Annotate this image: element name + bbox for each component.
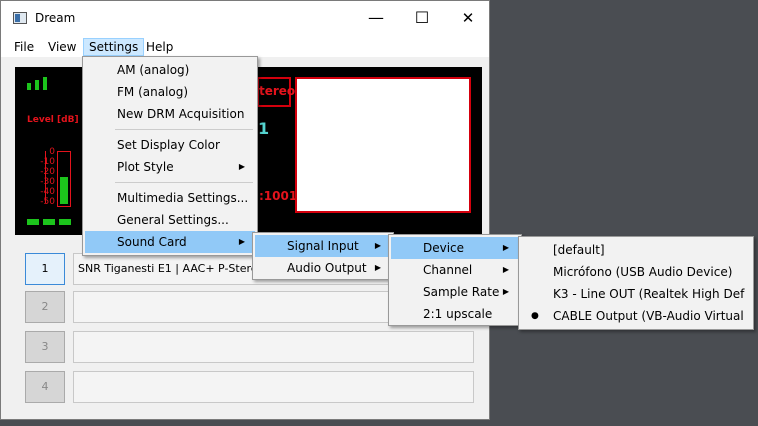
menu-item-sample-rate[interactable]: Sample Rate ▶ xyxy=(391,281,519,303)
signal-input-menu: Device ▶ Channel ▶ Sample Rate ▶ 2:1 upscal… xyxy=(388,234,522,326)
menu-item-device[interactable]: Device ▶ xyxy=(391,237,519,259)
submenu-arrow-icon: ▶ xyxy=(374,263,381,272)
level-meter-fill xyxy=(60,176,68,204)
menu-settings[interactable]: Settings xyxy=(83,38,145,56)
station-logo-area xyxy=(295,77,471,213)
scale-tick: -40 xyxy=(40,187,55,197)
close-button[interactable]: ✕ xyxy=(445,1,491,35)
menu-item-upscale[interactable]: 2:1 upscale xyxy=(391,303,519,325)
status-led xyxy=(59,219,71,225)
scale-tick: -20 xyxy=(40,167,55,177)
menu-item-signal-input[interactable]: Signal Input ▶ xyxy=(255,235,391,257)
level-label: Level [dB] xyxy=(27,115,79,125)
menu-separator xyxy=(115,129,253,130)
app-icon xyxy=(13,12,27,24)
menu-separator xyxy=(115,182,253,183)
menu-item-label: Sound Card xyxy=(117,235,187,249)
menu-item-am-analog[interactable]: AM (analog) xyxy=(85,59,255,81)
menu-item-device-k3-line-out[interactable]: K3 - Line OUT (Realtek High Def xyxy=(521,283,751,305)
menu-file[interactable]: File xyxy=(9,38,39,56)
menu-item-label: Device xyxy=(423,241,465,255)
menu-item-label: CABLE Output (VB-Audio Virtual xyxy=(553,309,744,323)
window-title: Dream xyxy=(35,11,76,25)
menu-bar: File View Settings Help xyxy=(1,35,489,57)
title-bar[interactable]: Dream — ☐ ✕ xyxy=(1,1,489,35)
scale-axis xyxy=(45,151,50,203)
maximize-button[interactable]: ☐ xyxy=(399,1,445,35)
status-led xyxy=(43,219,55,225)
channel-button-3[interactable]: 3 xyxy=(25,331,65,363)
signal-bar xyxy=(35,80,39,90)
submenu-arrow-icon: ▶ xyxy=(374,241,381,250)
service-digit: 1 xyxy=(258,119,270,138)
submenu-arrow-icon: ▶ xyxy=(502,243,509,252)
service-code: :1001 xyxy=(259,189,298,203)
menu-item-label: Channel xyxy=(423,263,473,277)
channel-button-1[interactable]: 1 xyxy=(25,253,65,285)
menu-item-new-drm-acquisition[interactable]: New DRM Acquisition xyxy=(85,103,255,125)
menu-item-label: Signal Input xyxy=(287,239,359,253)
menu-item-device-default[interactable]: [default] xyxy=(521,239,751,261)
signal-bar xyxy=(27,83,31,90)
menu-item-device-usb-microphone[interactable]: Micrófono (USB Audio Device) xyxy=(521,261,751,283)
menu-item-label: Audio Output xyxy=(287,261,367,275)
signal-bar xyxy=(43,77,47,90)
channel-button-4[interactable]: 4 xyxy=(25,371,65,403)
submenu-arrow-icon: ▶ xyxy=(238,162,245,171)
level-meter xyxy=(57,151,71,207)
selected-bullet-icon: ● xyxy=(531,311,539,321)
menu-item-sound-card[interactable]: Sound Card ▶ xyxy=(85,231,255,253)
channel-label-4 xyxy=(73,371,474,403)
menu-item-fm-analog[interactable]: FM (analog) xyxy=(85,81,255,103)
submenu-arrow-icon: ▶ xyxy=(238,237,245,246)
scale-tick: -50 xyxy=(40,197,55,207)
menu-item-general-settings[interactable]: General Settings... xyxy=(85,209,255,231)
scale-tick: -30 xyxy=(40,177,55,187)
channel-label-3 xyxy=(73,331,474,363)
menu-item-audio-output[interactable]: Audio Output ▶ xyxy=(255,257,391,279)
scale-tick: -10 xyxy=(40,157,55,167)
device-menu: [default] Micrófono (USB Audio Device) K… xyxy=(518,236,754,330)
menu-item-label: Sample Rate xyxy=(423,285,500,299)
status-led xyxy=(27,219,39,225)
stereo-text: tereo xyxy=(259,84,296,98)
menu-item-multimedia-settings[interactable]: Multimedia Settings... xyxy=(85,187,255,209)
scale-tick: 0 xyxy=(49,147,55,157)
menu-item-label: Plot Style xyxy=(117,160,174,174)
channel-button-2[interactable]: 2 xyxy=(25,291,65,323)
stereo-indicator: tereo xyxy=(257,77,295,107)
submenu-arrow-icon: ▶ xyxy=(502,287,509,296)
level-scale: 0 -10 -20 -30 -40 -50 xyxy=(27,147,55,207)
submenu-arrow-icon: ▶ xyxy=(502,265,509,274)
menu-item-set-display-color[interactable]: Set Display Color xyxy=(85,134,255,156)
menu-item-plot-style[interactable]: Plot Style ▶ xyxy=(85,156,255,178)
menu-item-device-cable-output[interactable]: ● CABLE Output (VB-Audio Virtual xyxy=(521,305,751,327)
menu-help[interactable]: Help xyxy=(141,38,178,56)
menu-item-channel[interactable]: Channel ▶ xyxy=(391,259,519,281)
settings-menu: AM (analog) FM (analog) New DRM Acquisit… xyxy=(82,56,258,256)
menu-view[interactable]: View xyxy=(43,38,81,56)
minimize-button[interactable]: — xyxy=(353,1,399,35)
sound-card-menu: Signal Input ▶ Audio Output ▶ xyxy=(252,232,394,280)
